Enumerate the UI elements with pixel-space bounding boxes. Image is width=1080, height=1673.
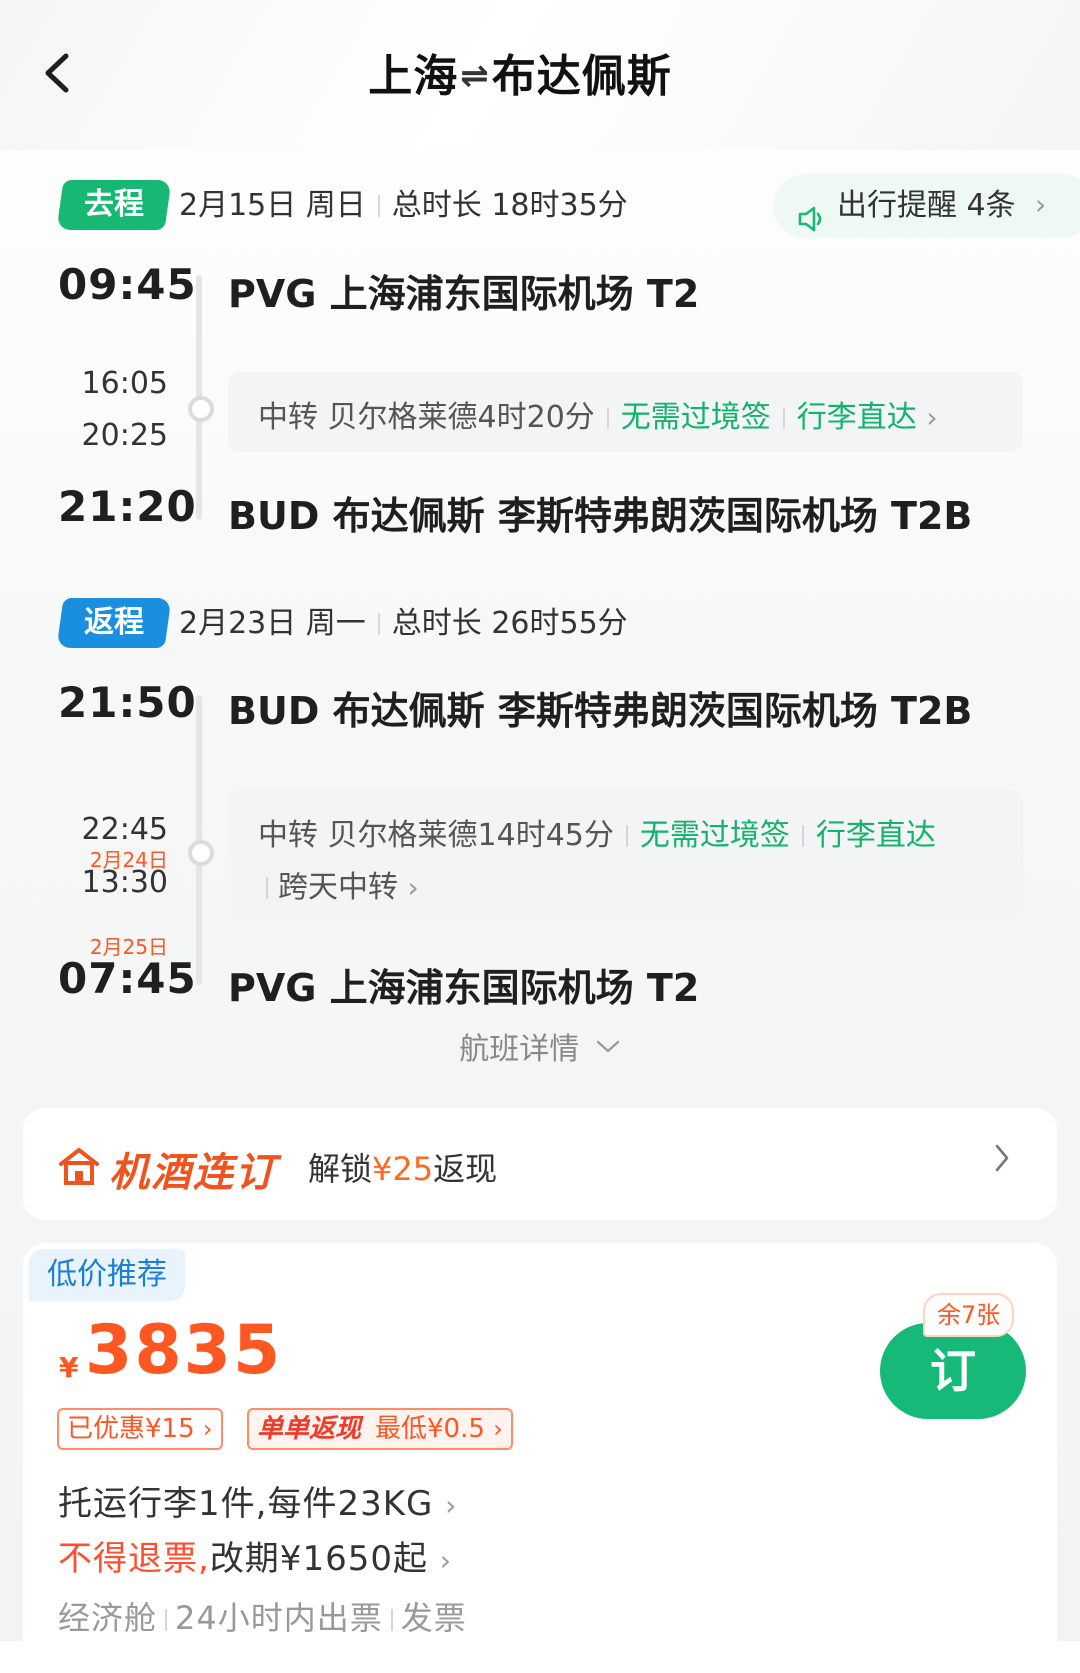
divider <box>377 195 380 217</box>
return-arrival-airport: PVG 上海浦东国际机场 T2 <box>228 966 700 1010</box>
return-arrival-time: 07:45 <box>58 954 197 1003</box>
divider <box>606 407 609 429</box>
chevron-right-icon: › <box>407 871 419 904</box>
page-title: 上海⇌布达佩斯 <box>0 40 1060 104</box>
book-button[interactable]: 订 <box>880 1323 1026 1419</box>
return-departure-time: 21:50 <box>58 678 197 727</box>
hotel-flight-icon <box>57 1146 101 1190</box>
cabin-class: 经济舱 <box>58 1599 158 1637</box>
return-transfer-arrive: 22:45 <box>81 812 168 847</box>
no-visa-label: 无需过境签 <box>620 400 771 435</box>
outbound-arrival-airport: BUD 布达佩斯 李斯特弗朗茨国际机场 T2B <box>228 494 973 538</box>
outbound-transfer-box[interactable]: 中转 贝尔格莱德4时20分 无需过境签 行李直达 › <box>228 372 1023 452</box>
transfer-text: 中转 贝尔格莱德4时20分 <box>258 400 595 435</box>
outbound-departure-time: 09:45 <box>58 260 197 309</box>
change-fee-label: 改期¥1650起 <box>209 1539 428 1579</box>
combo-text: 解锁¥25返现 <box>308 1150 498 1188</box>
combo-title: 机酒连订 <box>109 1150 277 1196</box>
baggage-through-label: 行李直达 <box>815 818 936 853</box>
return-transfer-box[interactable]: 中转 贝尔格莱德14时45分 无需过境签 行李直达 跨天中转 › <box>228 790 1023 922</box>
refund-change-policy[interactable]: 不得退票,改期¥1650起 › <box>58 1531 452 1580</box>
divider <box>801 825 804 847</box>
outbound-duration: 总时长 18时35分 <box>391 188 628 223</box>
discount-badge[interactable]: 已优惠¥15 › <box>57 1408 223 1450</box>
baggage-policy[interactable]: 托运行李1件,每件23KG › <box>58 1476 457 1525</box>
low-price-tag: 低价推荐 <box>29 1249 185 1301</box>
speaker-icon <box>797 192 827 256</box>
to-city: 布达佩斯 <box>491 51 672 102</box>
outbound-departure-airport: PVG 上海浦东国际机场 T2 <box>228 272 700 316</box>
no-visa-label: 无需过境签 <box>639 818 790 853</box>
flight-hotel-combo-card[interactable]: 机酒连订 解锁¥25返现 <box>23 1108 1057 1220</box>
return-departure-airport: BUD 布达佩斯 李斯特弗朗茨国际机场 T2B <box>228 689 973 733</box>
cashback-label: 单单返现 <box>257 1414 362 1444</box>
return-date: 2月23日 周一 <box>179 606 366 641</box>
outbound-date: 2月15日 周日 <box>179 188 366 223</box>
overnight-transfer-label: 跨天中转 <box>278 870 398 905</box>
reminder-label: 出行提醒 4条 <box>837 188 1016 223</box>
chevron-down-icon <box>596 1040 619 1053</box>
baggage-through-label: 行李直达 <box>796 400 917 435</box>
divider <box>625 825 628 847</box>
cashback-badge[interactable]: 单单返现 最低¥0.5 › <box>247 1408 513 1450</box>
flight-details-label: 航班详情 <box>459 1032 580 1067</box>
return-info: 2月23日 周一 总时长 26时55分 <box>179 599 628 649</box>
from-city: 上海 <box>368 51 459 102</box>
divider <box>266 877 268 899</box>
fare-offer-card: 低价推荐 ¥ 3835 已优惠¥15 › 单单返现 最低¥0.5 › 托运行李1件… <box>23 1243 1057 1673</box>
outbound-arrival-time: 21:20 <box>58 482 197 531</box>
transfer-text: 中转 贝尔格莱德14时45分 <box>258 818 614 853</box>
chevron-right-icon <box>993 1142 1011 1178</box>
invoice-label: 发票 <box>400 1599 467 1637</box>
seats-left-badge: 余7张 <box>923 1293 1015 1337</box>
price: 3835 <box>85 1311 283 1390</box>
no-refund-label: 不得退票, <box>58 1539 210 1579</box>
swap-arrows-icon: ⇌ <box>460 56 490 96</box>
issue-time: 24小时内出票 <box>175 1599 383 1637</box>
return-transfer-dot <box>188 840 214 866</box>
return-tag: 返程 <box>56 598 172 648</box>
ticket-info-line: 经济舱 24小时内出票 发票 <box>58 1593 467 1639</box>
return-transfer-depart: 13:30 <box>81 865 168 900</box>
travel-reminder-button[interactable]: 出行提醒 4条 › <box>773 174 1080 238</box>
cashback-amount: ¥25 <box>372 1150 434 1188</box>
divider <box>377 613 380 635</box>
currency-symbol: ¥ <box>59 1351 79 1384</box>
divider <box>782 407 785 429</box>
outbound-transfer-depart: 20:25 <box>81 418 168 453</box>
outbound-tag: 去程 <box>56 180 172 230</box>
chevron-right-icon: › <box>926 401 938 434</box>
cashback-value: 最低¥0.5 <box>375 1414 485 1444</box>
outbound-info: 2月15日 周日 总时长 18时35分 <box>179 181 628 231</box>
outbound-transfer-dot <box>188 396 214 422</box>
return-duration: 总时长 26时55分 <box>391 606 628 641</box>
chevron-right-icon: › <box>1035 188 1047 221</box>
flight-details-toggle[interactable]: 航班详情 <box>0 1024 1080 1068</box>
outbound-transfer-arrive: 16:05 <box>81 366 168 401</box>
